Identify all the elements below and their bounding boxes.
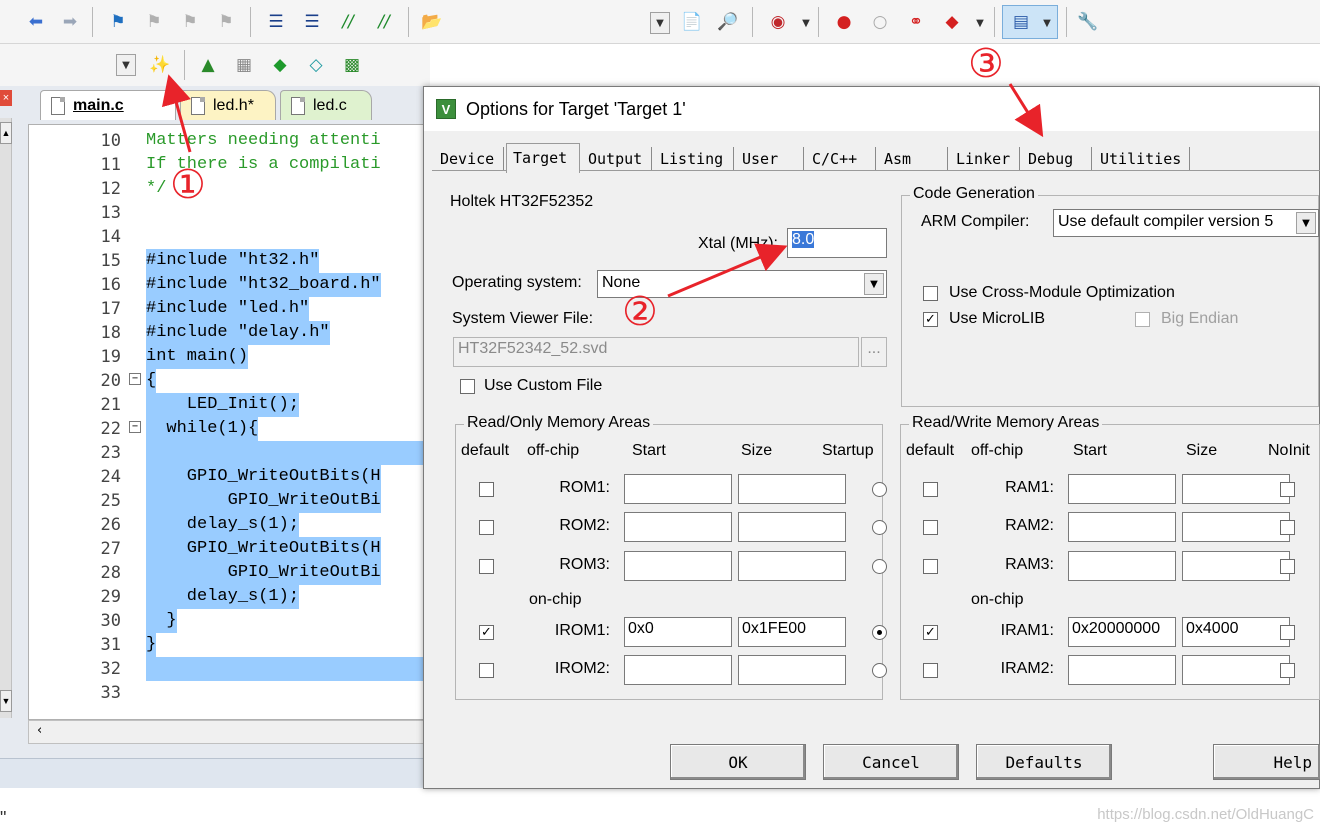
- watermark: https://blog.csdn.net/OldHuangC: [1097, 806, 1314, 823]
- annotation-arrows: [161, 74, 1044, 298]
- annotation-one: ①: [170, 162, 206, 208]
- arrow-to-xtal: [667, 243, 788, 298]
- annotation-two: ②: [622, 289, 658, 335]
- annotation-three: ③: [968, 41, 1004, 87]
- arrow-to-debug-tab: [1008, 83, 1044, 138]
- arrow-to-options-button: [161, 74, 192, 153]
- tab-target[interactable]: Target: [506, 143, 580, 173]
